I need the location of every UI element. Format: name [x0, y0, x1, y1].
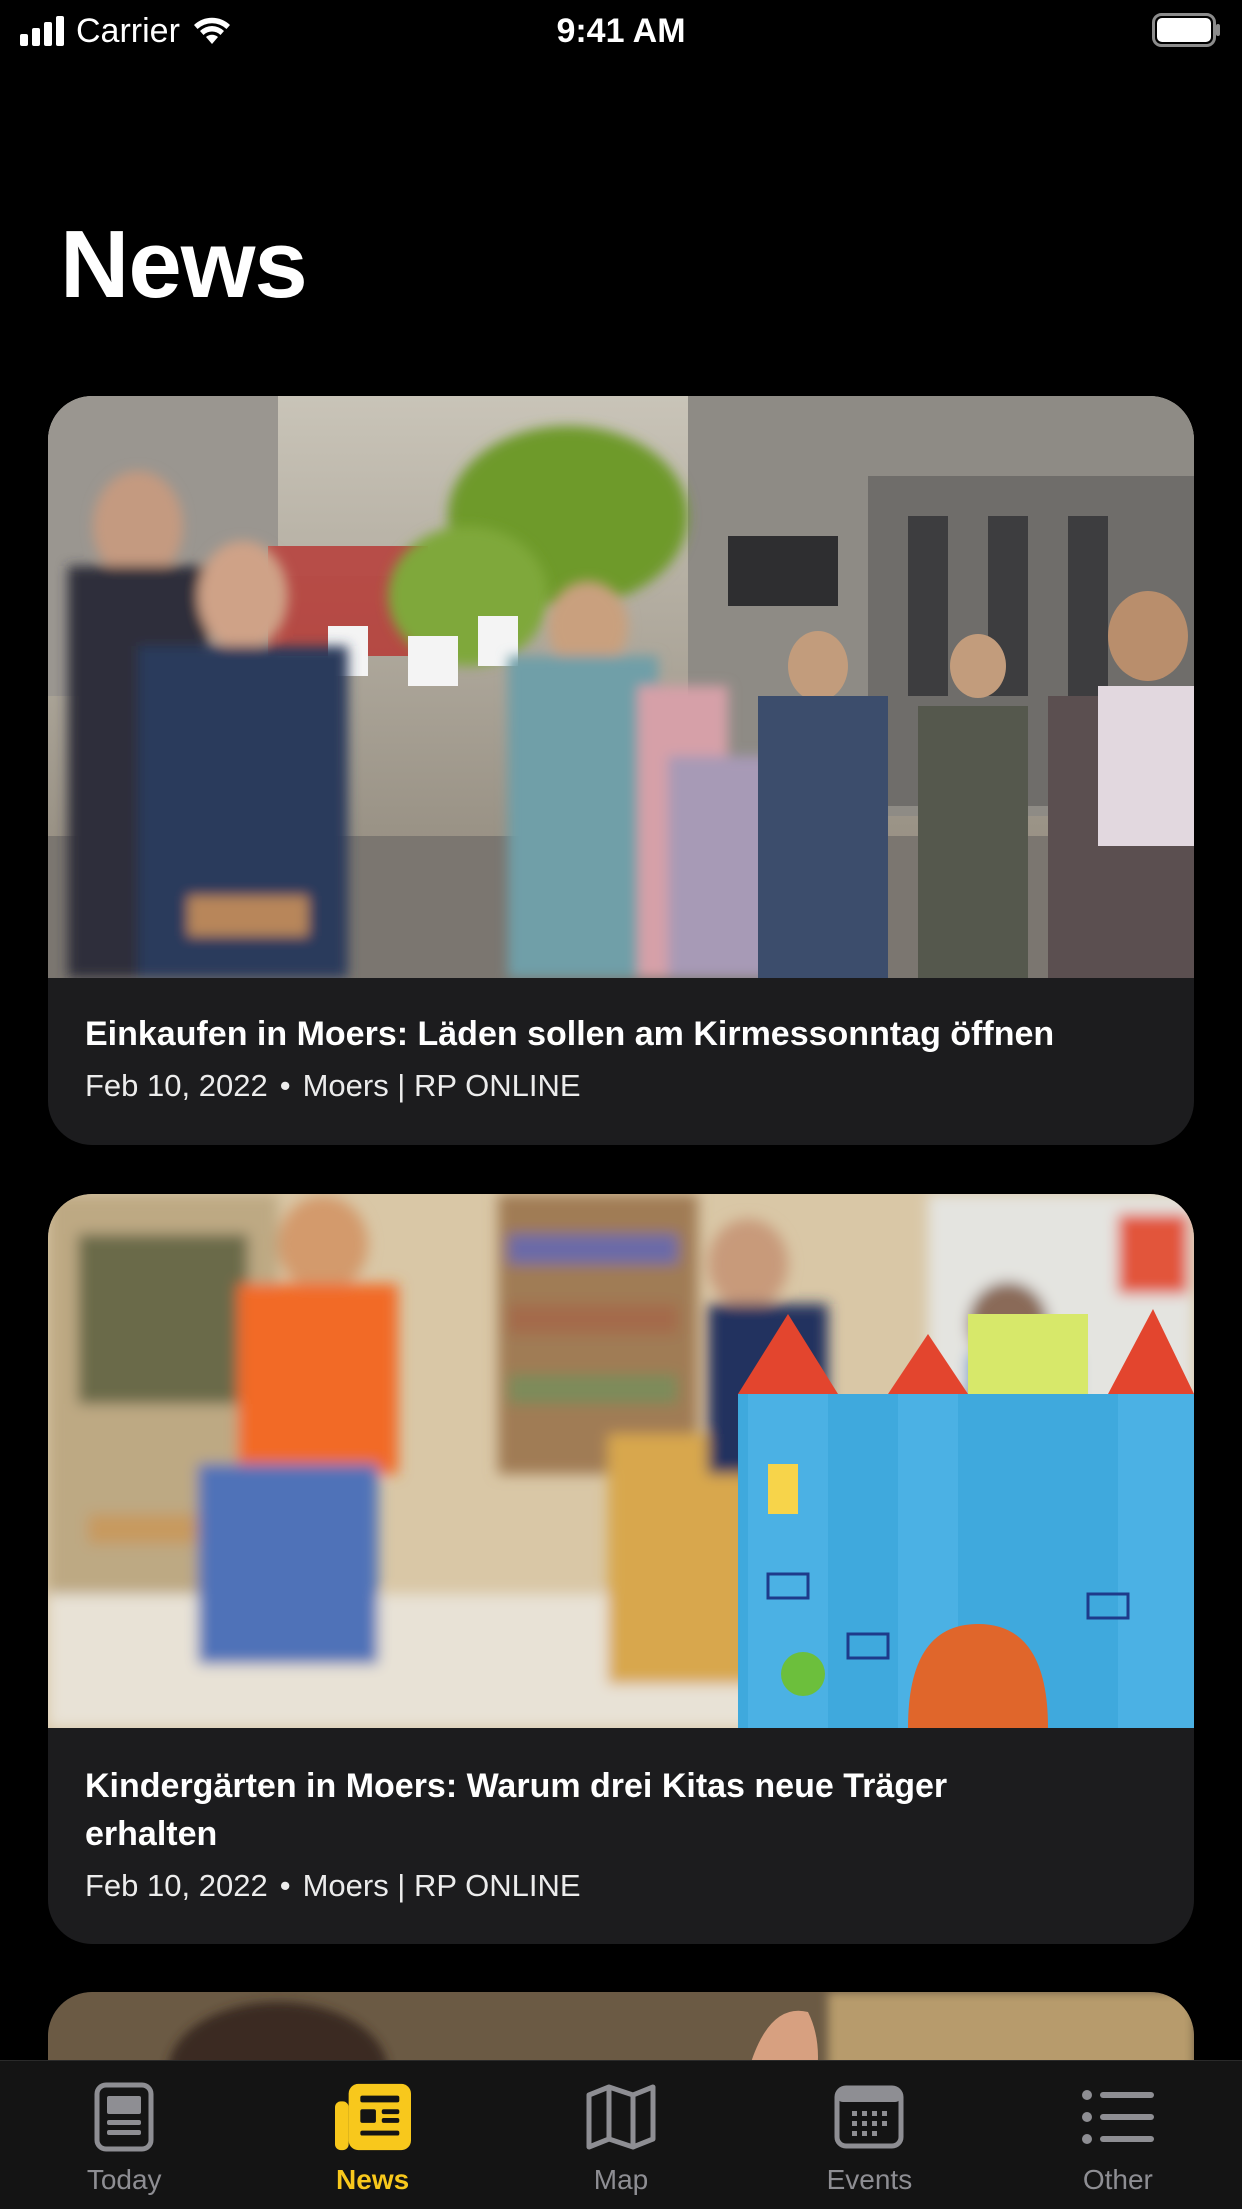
page-title: News — [60, 211, 308, 318]
article-meta: Feb 10, 2022 • Moers | RP ONLINE — [85, 1864, 1157, 1908]
article-title: Kindergärten in Moers: Warum drei Kitas … — [85, 1767, 948, 1853]
article-date: Feb 10, 2022 — [85, 1868, 268, 1903]
today-icon — [86, 2081, 162, 2153]
article-source: Moers | RP ONLINE — [302, 1868, 581, 1903]
status-bar: Carrier 9:41 AM — [0, 0, 1242, 62]
meta-separator: • — [279, 1068, 291, 1103]
tab-label: Other — [1082, 2164, 1153, 2195]
meta-separator: • — [279, 1868, 291, 1903]
article-source: Moers | RP ONLINE — [302, 1068, 581, 1103]
news-icon — [334, 2081, 411, 2153]
battery-icon — [1152, 13, 1220, 47]
tab-bar: Today News Map Events Other — [0, 2060, 1242, 2209]
tab-today[interactable]: Today — [0, 2061, 248, 2209]
tab-label: News — [336, 2164, 410, 2195]
tab-map[interactable]: Map — [497, 2061, 745, 2209]
article-meta: Feb 10, 2022 • Moers | RP ONLINE — [85, 1064, 1157, 1108]
article-card[interactable]: Kindergärten in Moers: Warum drei Kitas … — [48, 1194, 1194, 1944]
tab-label: Today — [86, 2164, 162, 2195]
article-title: Einkaufen in Moers: Läden sollen am Kirm… — [85, 1015, 1055, 1053]
tab-label: Events — [826, 2164, 913, 2195]
article-card[interactable]: Einkaufen in Moers: Läden sollen am Kirm… — [48, 396, 1194, 1145]
list-icon — [1080, 2081, 1156, 2153]
tab-news[interactable]: News — [248, 2061, 496, 2209]
tab-other[interactable]: Other — [994, 2061, 1242, 2209]
calendar-icon — [831, 2081, 907, 2153]
article-image — [48, 396, 1194, 978]
status-time: 9:41 AM — [556, 12, 686, 50]
article-text: Einkaufen in Moers: Läden sollen am Kirm… — [85, 1010, 1157, 1108]
article-image — [48, 1194, 1194, 1728]
article-text: Kindergärten in Moers: Warum drei Kitas … — [85, 1762, 1157, 1908]
article-date: Feb 10, 2022 — [85, 1068, 268, 1103]
tab-events[interactable]: Events — [745, 2061, 993, 2209]
tab-label: Map — [593, 2164, 649, 2195]
map-icon — [583, 2081, 659, 2153]
